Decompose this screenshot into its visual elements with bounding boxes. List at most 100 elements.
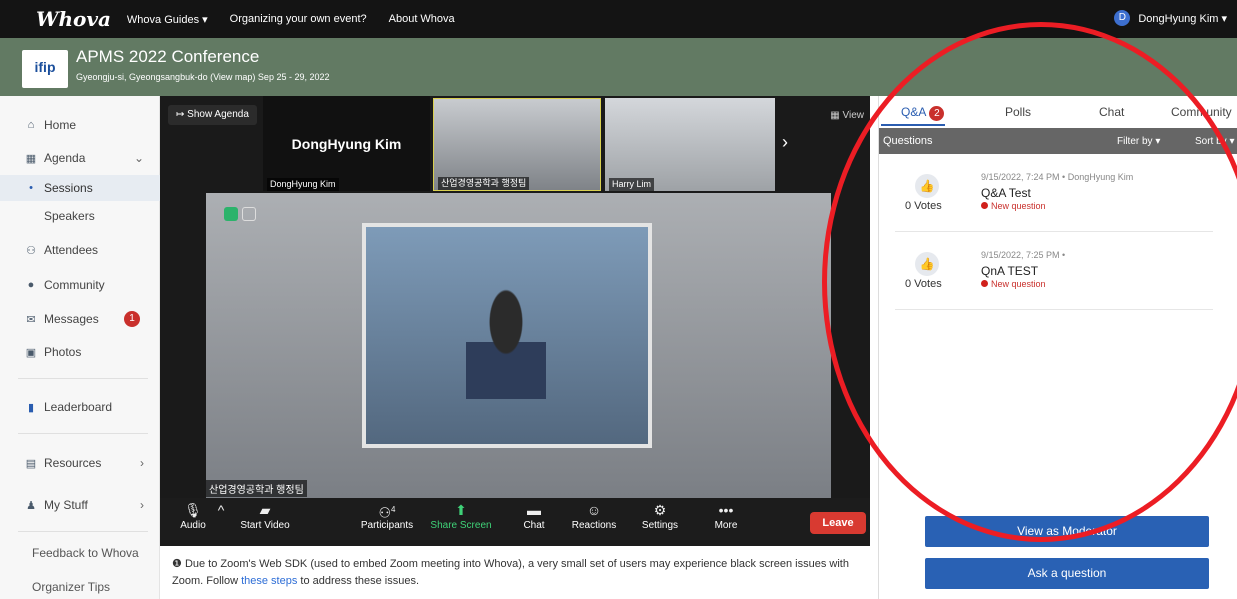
event-title: APMS 2022 Conference bbox=[76, 47, 260, 66]
thumbs-up-icon[interactable]: 👍 bbox=[915, 252, 939, 276]
event-subtitle: Gyeongju-si, Gyeongsangbuk-do (View map)… bbox=[76, 72, 330, 82]
user-menu[interactable]: D DongHyung Kim ▾ bbox=[1114, 10, 1227, 26]
event-logo: ifip bbox=[22, 50, 68, 88]
reactions-icon: ☺ bbox=[586, 502, 602, 518]
view-as-moderator-button[interactable]: View as Moderator bbox=[925, 516, 1209, 547]
sidebar-item-community[interactable]: ● Community bbox=[0, 272, 160, 298]
settings-button[interactable]: ⚙ Settings bbox=[636, 498, 684, 531]
projector-screen bbox=[362, 223, 652, 448]
sidebar-item-speakers[interactable]: Speakers bbox=[0, 203, 160, 229]
sidebar-item-label: Home bbox=[44, 118, 77, 132]
audio-options-button[interactable]: ^ bbox=[214, 498, 228, 520]
tab-polls[interactable]: Polls bbox=[1005, 105, 1031, 119]
info-icon: ❶ bbox=[172, 558, 182, 570]
zoom-controls-bar: 🎙 Audio ^ ▰ Start Video ⚇4 Participants ⬆ Sh… bbox=[160, 498, 870, 546]
chevron-right-icon[interactable]: › bbox=[140, 498, 144, 512]
user-name: DongHyung Kim ▾ bbox=[1138, 12, 1227, 25]
thumbs-up-icon[interactable]: 👍 bbox=[915, 174, 939, 198]
participants-button[interactable]: ⚇4 Participants bbox=[356, 498, 418, 531]
grid-icon[interactable] bbox=[242, 207, 256, 221]
attendees-icon: ⚇ bbox=[26, 244, 36, 257]
nav-organizing-event[interactable]: Organizing your own event? bbox=[230, 13, 367, 25]
divider bbox=[18, 433, 148, 434]
audio-button[interactable]: 🎙 Audio bbox=[178, 498, 208, 531]
top-navbar: Whova Whova Guides ▾ Organizing your own… bbox=[0, 0, 1237, 38]
participants-icon: ⚇4 bbox=[378, 504, 396, 521]
question-text: QnA TEST bbox=[981, 264, 1039, 278]
sidebar-item-label: Leaderboard bbox=[44, 400, 113, 414]
feedback-link[interactable]: Feedback to Whova bbox=[32, 546, 139, 560]
sidebar-item-resources[interactable]: ▤ Resources › bbox=[0, 450, 160, 476]
nav-about-whova[interactable]: About Whova bbox=[389, 13, 455, 25]
chevron-down-icon[interactable]: ⌄ bbox=[134, 151, 144, 165]
whova-logo[interactable]: Whova bbox=[36, 7, 111, 31]
participant-tile-video[interactable]: Harry Lim bbox=[605, 98, 775, 191]
question-item: 👍 0 Votes 9/15/2022, 7:25 PM • QnA TEST … bbox=[895, 244, 1213, 310]
share-screen-button[interactable]: ⬆ Share Screen bbox=[428, 498, 494, 531]
control-label: Settings bbox=[641, 520, 679, 531]
tab-community[interactable]: Community bbox=[1171, 105, 1232, 119]
qa-badge: 2 bbox=[929, 106, 945, 121]
tab-label: Q&A bbox=[901, 105, 927, 119]
sidebar-item-messages[interactable]: ✉ Messages 1 bbox=[0, 306, 160, 332]
chat-icon: ▬ bbox=[527, 502, 541, 518]
community-icon: ● bbox=[27, 279, 35, 291]
sidebar-item-my-stuff[interactable]: ♟ My Stuff › bbox=[0, 492, 160, 518]
sidebar-item-label: Sessions bbox=[44, 181, 93, 195]
sidebar-item-label: Photos bbox=[44, 345, 82, 359]
sort-dropdown[interactable]: Sort by ▾ bbox=[1195, 136, 1234, 147]
start-video-button[interactable]: ▰ Start Video bbox=[238, 498, 292, 531]
sidebar-item-label: Speakers bbox=[44, 209, 95, 223]
show-agenda-button[interactable]: ↦ Show Agenda bbox=[168, 105, 257, 125]
video-off-icon: ▰ bbox=[259, 502, 271, 518]
divider bbox=[18, 378, 148, 379]
tile-label: DongHyung Kim bbox=[267, 178, 339, 191]
view-layout-button[interactable]: ▦ View bbox=[830, 110, 864, 121]
nav-whova-guides[interactable]: Whova Guides ▾ bbox=[127, 13, 208, 26]
tab-qa[interactable]: Q&A 2 bbox=[901, 105, 945, 121]
sidebar-item-sessions[interactable]: • Sessions bbox=[0, 175, 160, 201]
event-banner: ifip APMS 2022 Conference Gyeongju-si, G… bbox=[0, 38, 1237, 96]
question-status: New question bbox=[981, 201, 1046, 211]
control-label: Chat bbox=[523, 520, 545, 531]
zoom-video-area: ↦ Show Agenda DongHyung Kim DongHyung Ki… bbox=[160, 96, 870, 546]
settings-icon: ⚙ bbox=[653, 502, 667, 518]
questions-toolbar: Questions Filter by ▾ Sort by ▾ bbox=[879, 128, 1237, 154]
avatar: D bbox=[1114, 10, 1131, 26]
camera-icon: ▣ bbox=[25, 346, 37, 359]
sidebar-item-leaderboard[interactable]: ▮ Leaderboard bbox=[0, 394, 160, 420]
shield-icon bbox=[224, 207, 238, 221]
reactions-button[interactable]: ☺ Reactions bbox=[566, 498, 622, 531]
leaderboard-icon: ▮ bbox=[27, 401, 35, 414]
tab-chat[interactable]: Chat bbox=[1099, 105, 1124, 119]
chat-button[interactable]: ▬ Chat bbox=[516, 498, 552, 531]
leave-button[interactable]: Leave bbox=[810, 512, 866, 534]
sidebar-item-label: Agenda bbox=[44, 151, 86, 165]
more-button[interactable]: ••• More bbox=[706, 498, 746, 531]
control-label: Start Video bbox=[240, 520, 290, 531]
participant-tile-video[interactable]: 산업경영공학과 행정팀 bbox=[433, 98, 601, 191]
sidebar-item-home[interactable]: ⌂ Home bbox=[0, 112, 160, 138]
chevron-right-icon[interactable]: › bbox=[140, 456, 144, 470]
active-speaker-name: DongHyung Kim bbox=[291, 136, 402, 152]
filter-dropdown[interactable]: Filter by ▾ bbox=[1117, 136, 1160, 147]
messages-badge: 1 bbox=[124, 311, 140, 327]
sidebar-item-attendees[interactable]: ⚇ Attendees bbox=[0, 237, 160, 263]
home-icon: ⌂ bbox=[27, 119, 35, 131]
tile-label: Harry Lim bbox=[609, 178, 655, 191]
tile-label: 산업경영공학과 행정팀 bbox=[438, 177, 530, 190]
chevron-right-icon[interactable]: › bbox=[782, 132, 788, 153]
mail-icon: ✉ bbox=[26, 313, 36, 326]
these-steps-link[interactable]: these steps bbox=[241, 575, 297, 587]
status-dot bbox=[981, 202, 988, 209]
divider bbox=[18, 531, 148, 532]
sidebar-item-label: Attendees bbox=[44, 243, 99, 257]
sidebar-item-photos[interactable]: ▣ Photos bbox=[0, 339, 160, 365]
sidebar-item-agenda[interactable]: ▦ Agenda ⌄ bbox=[0, 145, 160, 171]
ask-question-button[interactable]: Ask a question bbox=[925, 558, 1209, 589]
question-item: 👍 0 Votes 9/15/2022, 7:24 PM • DongHyung… bbox=[895, 166, 1213, 232]
organizer-tips-link[interactable]: Organizer Tips bbox=[32, 580, 110, 594]
participant-tile-name-only[interactable]: DongHyung Kim DongHyung Kim bbox=[263, 96, 430, 191]
sidebar: ⌂ Home ▦ Agenda ⌄ • Sessions Speakers ⚇ Atten… bbox=[0, 96, 160, 599]
sidebar-item-label: Resources bbox=[44, 456, 102, 470]
